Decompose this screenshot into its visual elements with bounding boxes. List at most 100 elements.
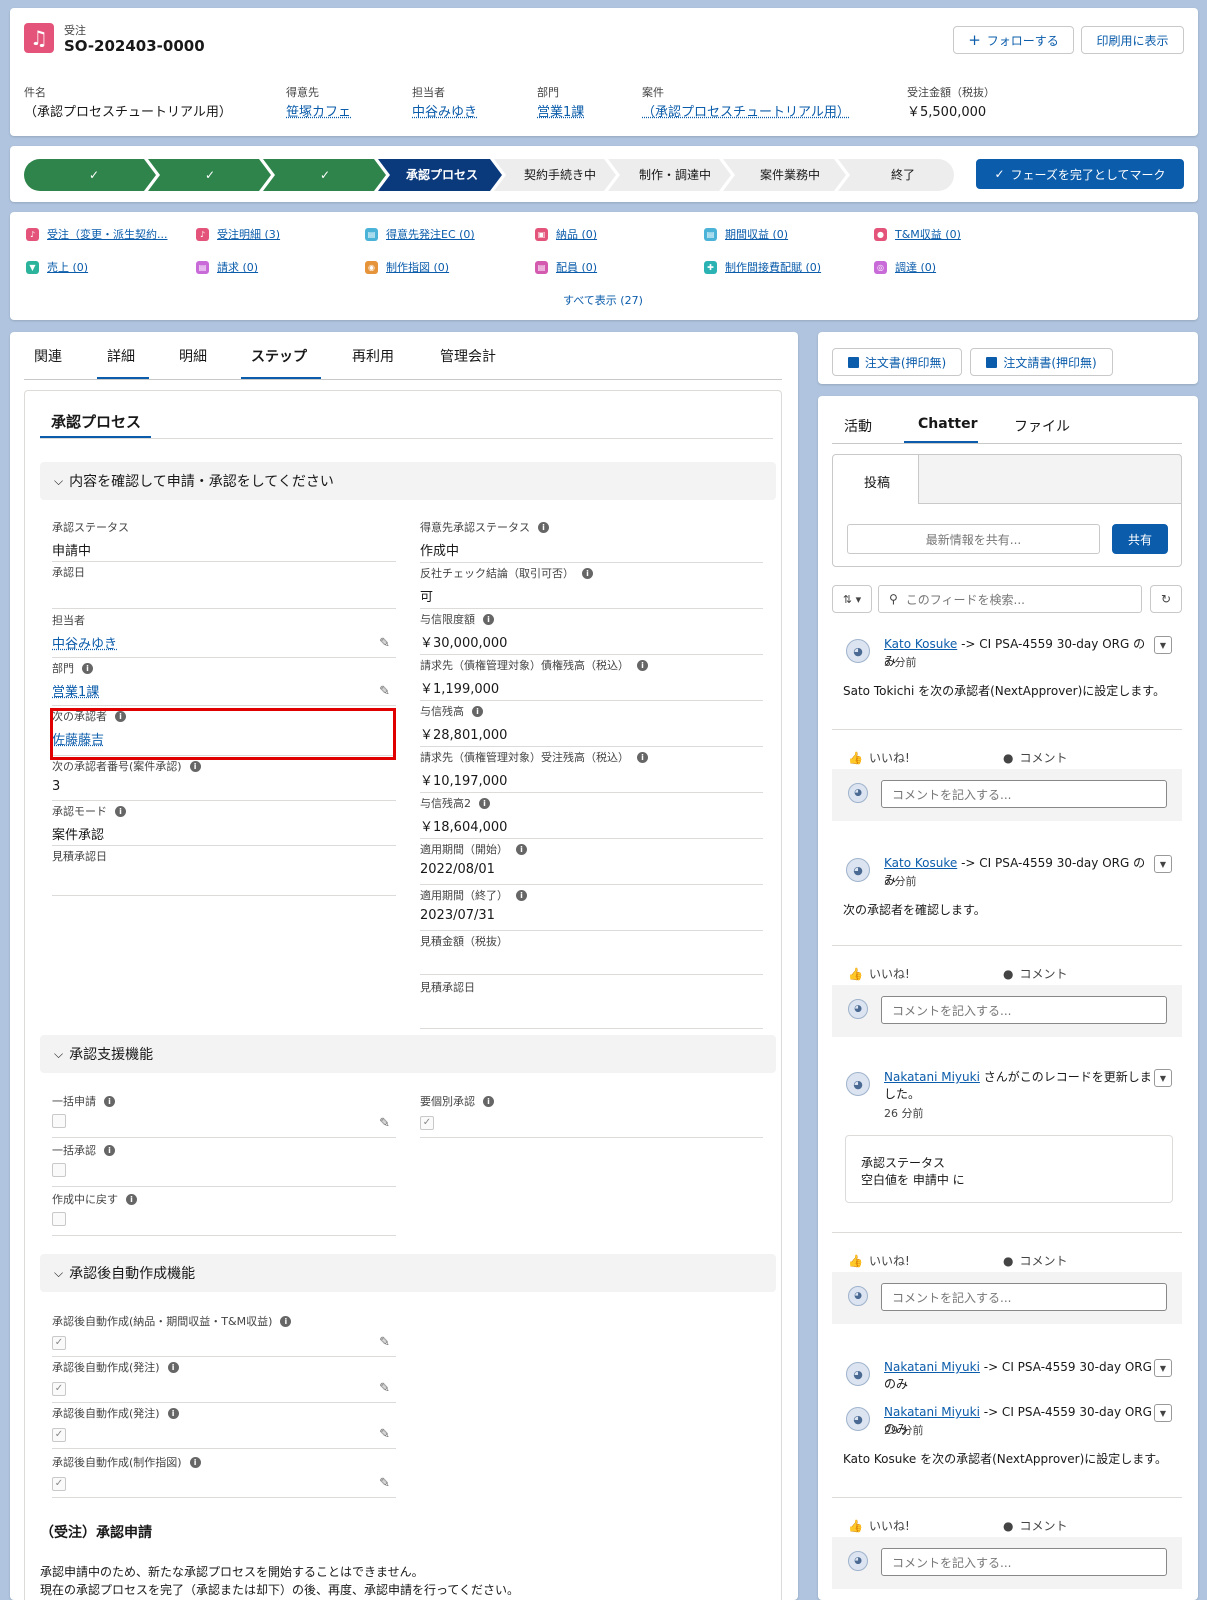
comment-button[interactable]: ● コメント bbox=[1003, 1252, 1068, 1269]
info-icon[interactable]: i bbox=[104, 1145, 115, 1156]
path-step-7[interactable]: 終了 bbox=[843, 159, 963, 191]
purchase-order-button[interactable]: 注文書(押印無) bbox=[832, 348, 962, 376]
related-link[interactable]: ▤ 請求 (0) bbox=[196, 259, 258, 275]
related-link[interactable]: ▤ 期間収益 (0) bbox=[704, 226, 788, 242]
path-step-2[interactable]: ✓ bbox=[265, 159, 385, 191]
info-icon[interactable]: i bbox=[189, 761, 201, 772]
comment-button[interactable]: ● コメント bbox=[1003, 749, 1068, 766]
main-tab[interactable]: 関連 bbox=[34, 346, 62, 366]
main-tab[interactable]: 管理会計 bbox=[440, 346, 496, 366]
print-button[interactable]: 印刷用に表示 bbox=[1081, 26, 1184, 54]
info-icon[interactable]: i bbox=[582, 568, 593, 579]
header-field-value[interactable]: 中谷みゆき bbox=[412, 101, 477, 120]
checkbox[interactable] bbox=[52, 1212, 66, 1226]
comment-button[interactable]: ● コメント bbox=[1003, 1517, 1068, 1534]
related-link[interactable]: ◉ 制作指図 (0) bbox=[365, 259, 449, 275]
header-field-value[interactable]: 営業1課 bbox=[537, 101, 584, 120]
comment-button[interactable]: ● コメント bbox=[1003, 965, 1068, 982]
related-link[interactable]: ♪ 受注明細 (3) bbox=[196, 226, 280, 242]
comment-input[interactable]: コメントを記入する... bbox=[881, 1283, 1167, 1311]
comment-input[interactable]: コメントを記入する... bbox=[881, 1548, 1167, 1576]
edit-pencil-icon[interactable]: ✎ bbox=[379, 636, 390, 651]
main-tab[interactable]: 再利用 bbox=[352, 346, 394, 366]
order-acknowledgment-button[interactable]: 注文請書(押印無) bbox=[970, 348, 1113, 376]
edit-pencil-icon[interactable]: ✎ bbox=[379, 1116, 390, 1131]
main-tab[interactable]: 明細 bbox=[179, 346, 207, 366]
info-icon[interactable]: i bbox=[483, 614, 494, 625]
edit-pencil-icon[interactable]: ✎ bbox=[379, 1427, 390, 1442]
info-icon[interactable]: i bbox=[538, 522, 549, 533]
info-icon[interactable]: i bbox=[126, 1194, 137, 1205]
edit-pencil-icon[interactable]: ✎ bbox=[379, 1381, 390, 1396]
feed-item-menu-button[interactable]: ▼ bbox=[1154, 1069, 1172, 1087]
feed-user-link[interactable]: Nakatani Miyuki bbox=[884, 1360, 980, 1374]
related-link[interactable]: ● T&M収益 (0) bbox=[874, 226, 961, 242]
related-link[interactable]: ▤ 得意先発注EC (0) bbox=[365, 226, 475, 242]
like-button[interactable]: 👍 いいね! bbox=[848, 1252, 910, 1269]
info-icon[interactable]: i bbox=[104, 1096, 115, 1107]
path-step-4[interactable]: 契約手続き中 bbox=[500, 159, 620, 191]
like-button[interactable]: 👍 いいね! bbox=[848, 749, 910, 766]
chatter-tab[interactable]: 活動 bbox=[844, 416, 872, 436]
chatter-tab[interactable]: Chatter bbox=[918, 416, 977, 432]
post-tab[interactable]: 投稿 bbox=[864, 472, 890, 491]
header-field-value[interactable]: 笹塚カフェ bbox=[286, 101, 351, 120]
feed-item-menu-button[interactable]: ▼ bbox=[1154, 855, 1172, 873]
path-step-5[interactable]: 制作・調達中 bbox=[615, 159, 735, 191]
edit-pencil-icon[interactable]: ✎ bbox=[379, 1335, 390, 1350]
path-step-6[interactable]: 案件業務中 bbox=[730, 159, 850, 191]
feed-user-link[interactable]: Nakatani Miyuki bbox=[884, 1405, 980, 1419]
user-avatar[interactable]: ◕ bbox=[846, 1072, 870, 1096]
info-icon[interactable]: i bbox=[637, 660, 648, 671]
share-button[interactable]: 共有 bbox=[1112, 524, 1168, 554]
info-icon[interactable]: i bbox=[483, 1096, 494, 1107]
feed-user-link[interactable]: Kato Kosuke bbox=[884, 856, 957, 870]
related-link[interactable]: ✚ 制作間接費配賦 (0) bbox=[704, 259, 821, 275]
comment-input[interactable]: コメントを記入する... bbox=[881, 780, 1167, 808]
info-icon[interactable]: i bbox=[516, 890, 527, 901]
user-avatar[interactable]: ◕ bbox=[846, 1362, 870, 1386]
checkbox-checked[interactable]: ✓ bbox=[52, 1477, 66, 1491]
info-icon[interactable]: i bbox=[167, 1408, 179, 1419]
field-value[interactable]: 営業1課 bbox=[52, 681, 396, 700]
user-avatar[interactable]: ◕ bbox=[846, 1407, 870, 1431]
section-header-review[interactable]: ⌵ 内容を確認して申請・承認をしてください bbox=[40, 462, 776, 500]
checkbox-checked[interactable]: ✓ bbox=[52, 1428, 66, 1442]
main-tab[interactable]: 詳細 bbox=[107, 346, 135, 366]
info-icon[interactable]: i bbox=[115, 806, 126, 817]
checkbox[interactable] bbox=[52, 1163, 66, 1177]
edit-pencil-icon[interactable]: ✎ bbox=[379, 1476, 390, 1491]
related-link[interactable]: ▤ 配員 (0) bbox=[535, 259, 597, 275]
info-icon[interactable]: i bbox=[637, 752, 648, 763]
info-icon[interactable]: i bbox=[167, 1362, 179, 1373]
info-icon[interactable]: i bbox=[189, 1457, 201, 1468]
checkbox-checked[interactable]: ✓ bbox=[52, 1336, 66, 1350]
info-icon[interactable]: i bbox=[516, 844, 527, 855]
sort-button[interactable]: ⇅ ▾ bbox=[832, 585, 872, 613]
feed-search-input[interactable]: ⚲ このフィードを検索... bbox=[878, 585, 1142, 613]
info-icon[interactable]: i bbox=[82, 663, 93, 674]
path-step-1[interactable]: ✓ bbox=[150, 159, 270, 191]
path-step-0[interactable]: ✓ bbox=[34, 159, 154, 191]
user-avatar[interactable]: ◕ bbox=[846, 858, 870, 882]
follow-button[interactable]: + フォローする bbox=[953, 26, 1074, 54]
chatter-tab[interactable]: ファイル bbox=[1014, 416, 1070, 436]
feed-item-menu-button[interactable]: ▼ bbox=[1154, 1404, 1172, 1422]
main-tab[interactable]: ステップ bbox=[251, 346, 307, 366]
section-header-auto-create[interactable]: ⌵ 承認後自動作成機能 bbox=[40, 1254, 776, 1292]
field-value[interactable]: 中谷みゆき bbox=[52, 633, 396, 652]
like-button[interactable]: 👍 いいね! bbox=[848, 965, 910, 982]
refresh-button[interactable]: ↻ bbox=[1150, 585, 1182, 613]
share-input[interactable]: 最新情報を共有... bbox=[847, 524, 1100, 554]
info-icon[interactable]: i bbox=[472, 706, 483, 717]
related-link[interactable]: ◎ 調達 (0) bbox=[874, 259, 936, 275]
checkbox-checked[interactable]: ✓ bbox=[420, 1116, 434, 1130]
info-icon[interactable]: i bbox=[479, 798, 490, 809]
info-icon[interactable]: i bbox=[280, 1316, 292, 1327]
user-avatar[interactable]: ◕ bbox=[846, 639, 870, 663]
checkbox-checked[interactable]: ✓ bbox=[52, 1382, 66, 1396]
related-link[interactable]: ♪ 受注（変更・派生契約... bbox=[26, 226, 168, 242]
mark-phase-complete-button[interactable]: ✓ フェーズを完了としてマーク bbox=[976, 159, 1184, 189]
feed-item-menu-button[interactable]: ▼ bbox=[1154, 636, 1172, 654]
path-step-3[interactable]: 承認プロセス bbox=[382, 159, 502, 191]
